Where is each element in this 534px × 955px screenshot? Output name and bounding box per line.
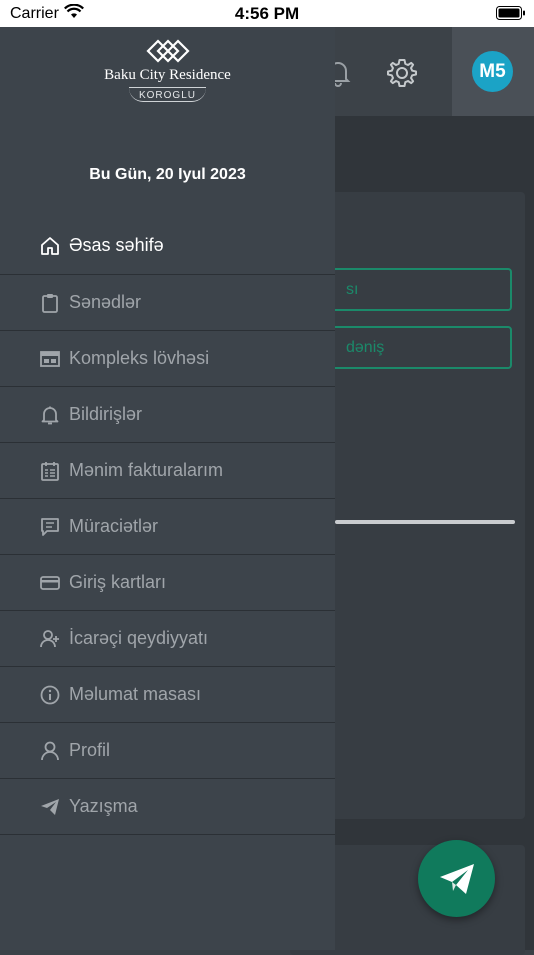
menu-item-board[interactable]: Kompleks lövhəsi [0, 331, 335, 387]
menu-item-info-desk[interactable]: Məlumat masası [0, 667, 335, 723]
logo-icon [145, 39, 190, 63]
send-icon [40, 797, 60, 817]
menu-item-label: Bildirişlər [69, 404, 143, 424]
menu-item-label: İcarəçi qeydiyyatı [69, 628, 209, 648]
menu-item-label: Əsas səhifə [69, 235, 164, 255]
send-icon [439, 863, 474, 894]
menu-item-label: Mənim fakturalarım [69, 460, 224, 480]
settings-icon[interactable] [386, 57, 418, 94]
invoice-icon [40, 461, 60, 481]
bell-icon [40, 405, 60, 425]
navigation-drawer: Baku City Residence KOROGLU Bu Gün, 20 I… [0, 27, 335, 950]
home-icon [40, 236, 60, 256]
menu-item-notifications[interactable]: Bildirişlər [0, 387, 335, 443]
menu-item-messaging[interactable]: Yazışma [0, 779, 335, 835]
today-date: Bu Gün, 20 Iyul 2023 [89, 166, 246, 183]
menu-item-label: Məlumat masası [69, 684, 202, 704]
menu-item-label: Profil [69, 740, 111, 760]
menu-item-home[interactable]: Əsas səhifə [0, 217, 335, 275]
board-icon [40, 349, 60, 369]
card-icon [40, 573, 60, 593]
menu-item-label: Sənədlər [69, 292, 142, 312]
menu-item-invoices[interactable]: Mənim fakturalarım [0, 443, 335, 499]
menu-item-label: Yazışma [69, 796, 138, 816]
menu-item-access-cards[interactable]: Giriş kartları [0, 555, 335, 611]
avatar[interactable]: M5 [472, 51, 513, 92]
info-icon [40, 685, 60, 705]
brand-logo: Baku City Residence KOROGLU [0, 37, 335, 103]
menu-item-tenant-registration[interactable]: İcarəçi qeydiyyatı [0, 611, 335, 667]
menu-item-label: Müraciətlər [69, 516, 159, 536]
status-bar: Carrier 4:56 PM [0, 0, 534, 27]
battery-icon [496, 6, 526, 26]
user-icon [40, 741, 60, 761]
add-user-icon [40, 629, 60, 649]
send-message-button[interactable] [418, 840, 495, 917]
menu-item-label: Kompleks lövhəsi [69, 348, 210, 368]
clipboard-icon [40, 293, 60, 313]
clock: 4:56 PM [234, 4, 300, 23]
drawer-menu: Əsas səhifə Sənədlər Kompleks lövhəsi Bi… [0, 217, 335, 835]
message-icon [40, 517, 60, 537]
brand-subtitle: KOROGLU [128, 87, 206, 102]
menu-item-documents[interactable]: Sənədlər [0, 275, 335, 331]
avatar-area[interactable]: M5 [452, 27, 534, 116]
menu-item-label: Giriş kartları [69, 572, 167, 592]
divider [335, 520, 515, 524]
menu-item-profile[interactable]: Profil [0, 723, 335, 779]
menu-item-requests[interactable]: Müraciətlər [0, 499, 335, 555]
brand-name: Baku City Residence [104, 67, 231, 83]
